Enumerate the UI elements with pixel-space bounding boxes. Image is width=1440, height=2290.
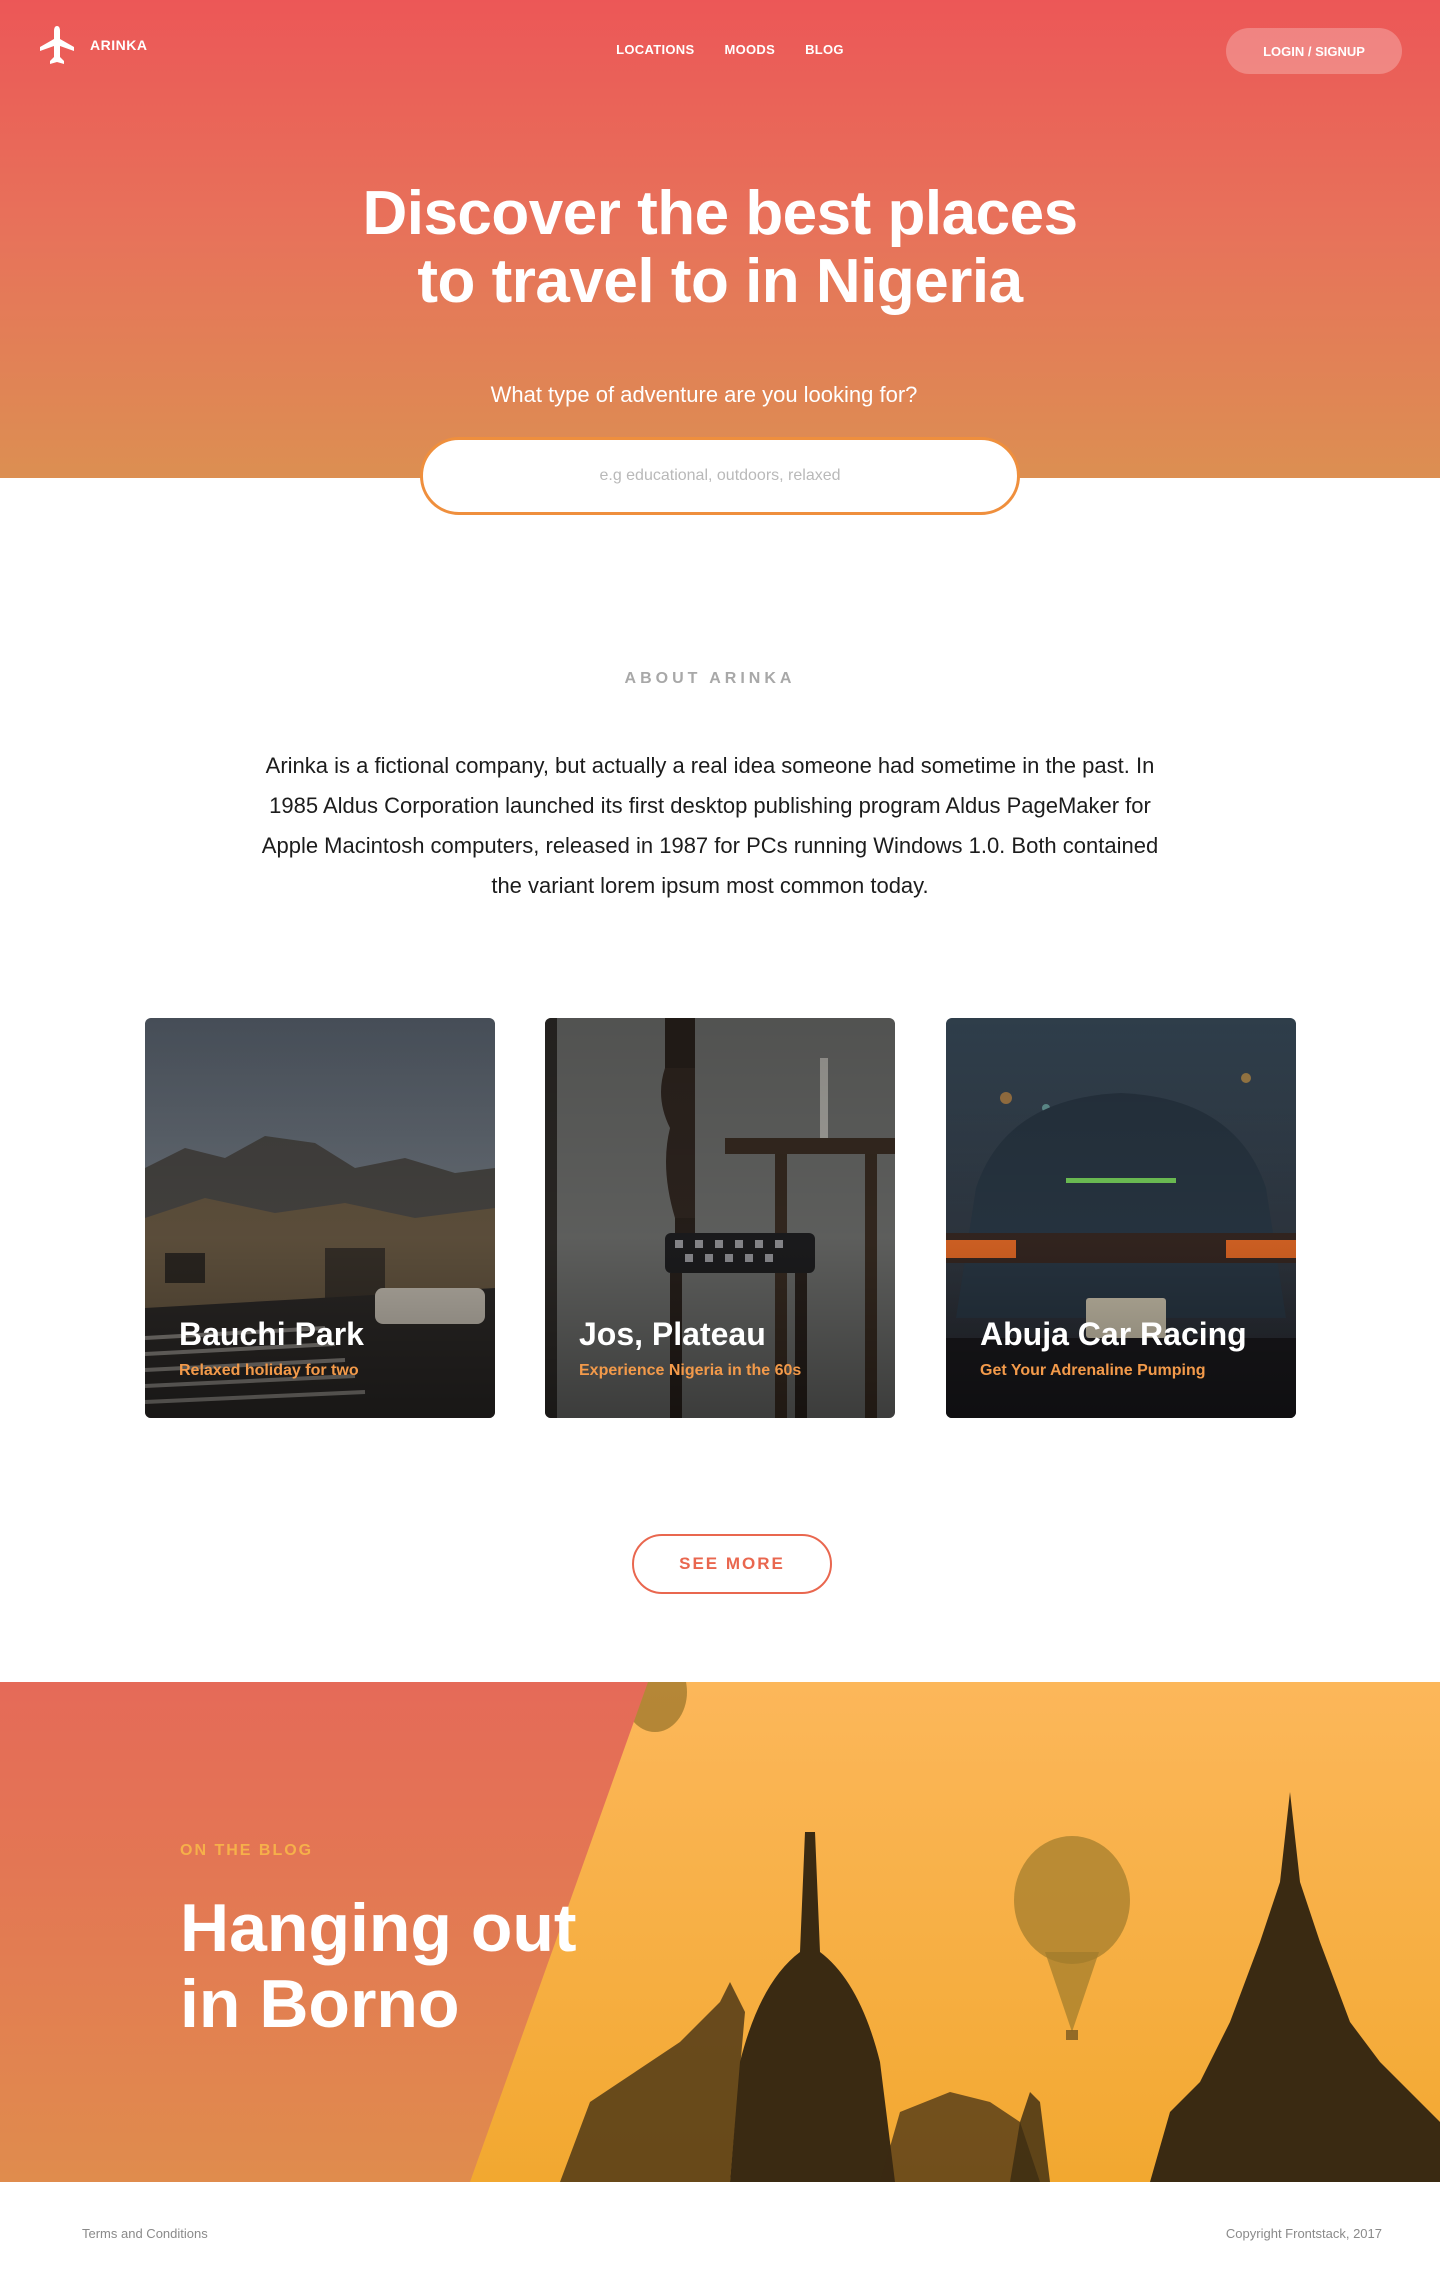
copyright-text: Copyright Frontstack, 2017	[1225, 2226, 1382, 2241]
hero-subtitle: What type of adventure are you looking f…	[490, 382, 918, 407]
adventure-search-input[interactable]	[423, 440, 1017, 512]
card-overlay	[145, 1018, 495, 1418]
destination-card-jos-plateau[interactable]: Jos, Plateau Experience Nigeria in the 6…	[545, 1018, 895, 1418]
card-title: Abuja Car Racing	[980, 1316, 1247, 1352]
blog-title-line-2: in Borno	[180, 1966, 460, 2042]
card-title: Bauchi Park	[179, 1316, 364, 1352]
about-label: ABOUT ARINKA	[624, 670, 796, 687]
main-nav: LOCATIONS MOODS BLOG	[0, 42, 1440, 57]
card-subtitle: Relaxed holiday for two	[179, 1362, 359, 1379]
hero-section: ARINKA LOCATIONS MOODS BLOG LOGIN / SIGN…	[0, 0, 1440, 478]
card-title: Jos, Plateau	[579, 1316, 766, 1352]
login-signup-button[interactable]: LOGIN / SIGNUP	[1226, 28, 1402, 74]
hero-title-line-1: Discover the best places	[362, 179, 1078, 248]
about-text: Arinka is a fictional company, but actua…	[261, 753, 1159, 898]
nav-moods-link[interactable]: MOODS	[724, 42, 775, 57]
hero-title: Discover the best places to travel to in…	[0, 180, 1440, 316]
blog-label: ON THE BLOG	[180, 1842, 314, 1859]
search-box	[420, 437, 1020, 515]
terms-link[interactable]: Terms and Conditions	[82, 2226, 208, 2241]
blog-title-line-1: Hanging out	[180, 1890, 577, 1966]
card-overlay	[545, 1018, 895, 1418]
see-more-button[interactable]: SEE MORE	[632, 1534, 832, 1594]
destination-card-bauchi-park[interactable]: Bauchi Park Relaxed holiday for two	[145, 1018, 495, 1418]
nav-locations-link[interactable]: LOCATIONS	[616, 42, 694, 57]
card-subtitle: Experience Nigeria in the 60s	[579, 1362, 802, 1379]
destination-cards: Bauchi Park Relaxed holiday for two Jos,…	[145, 1018, 1297, 1418]
hero-title-line-2: to travel to in Nigeria	[417, 247, 1023, 316]
card-subtitle: Get Your Adrenaline Pumping	[980, 1362, 1206, 1379]
blog-post-title[interactable]: Hanging out in Borno	[180, 1890, 640, 2042]
destination-card-abuja-car-racing[interactable]: Abuja Car Racing Get Your Adrenaline Pum…	[946, 1018, 1296, 1418]
card-overlay	[946, 1018, 1296, 1418]
nav-blog-link[interactable]: BLOG	[805, 42, 844, 57]
